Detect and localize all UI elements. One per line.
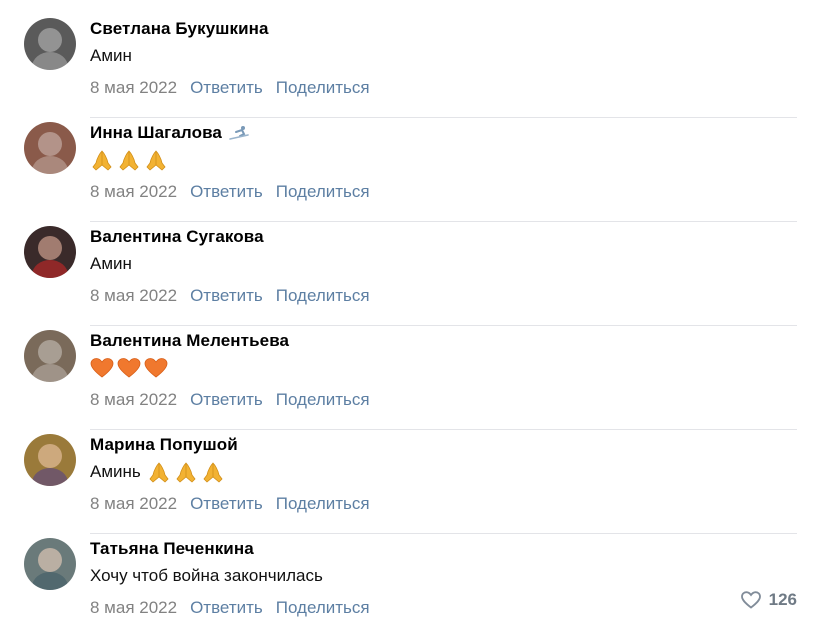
orange-heart-icon [90, 358, 114, 378]
reply-button[interactable]: Ответить [190, 494, 263, 514]
comments-feed: Светлана Букушкина Амин 8 мая 2022 Ответ… [0, 0, 815, 633]
reply-button[interactable]: Ответить [190, 390, 263, 410]
orange-heart-icon [117, 358, 141, 378]
comment-text-content: Амин [90, 46, 132, 65]
comment-author[interactable]: Инна Шагалова [90, 123, 222, 143]
reply-button[interactable]: Ответить [190, 286, 263, 306]
comment-author[interactable]: Валентина Сугакова [90, 227, 264, 247]
comment-text-content: Амин [90, 254, 132, 273]
orange-heart-icon [144, 358, 168, 378]
comment-item: Инна Шагалова 8 мая 2022 Ответить Подели… [0, 118, 815, 222]
share-button[interactable]: Поделиться [276, 78, 370, 98]
comment-date[interactable]: 8 мая 2022 [90, 390, 177, 410]
comment-date[interactable]: 8 мая 2022 [90, 598, 177, 618]
comment-text: Аминь [90, 458, 815, 486]
avatar[interactable] [24, 226, 76, 278]
comment-date[interactable]: 8 мая 2022 [90, 182, 177, 202]
comment-author[interactable]: Марина Попушой [90, 435, 238, 455]
emoji-row [90, 149, 168, 171]
avatar[interactable] [24, 122, 76, 174]
comment-item: Татьяна Печенкина Хочу чтоб война законч… [0, 534, 815, 633]
comment-text: Амин [90, 42, 815, 70]
comment-author[interactable]: Светлана Букушкина [90, 19, 269, 39]
comment-text: Хочу чтоб война закончилась [90, 562, 815, 590]
like-count: 126 [768, 590, 797, 609]
comment-text-content: Аминь [90, 462, 141, 481]
comment-text-content: Хочу чтоб война закончилась [90, 566, 323, 585]
comment-item: Марина Попушой Аминь 8 мая 2022 Ответить… [0, 430, 815, 534]
comment-date[interactable]: 8 мая 2022 [90, 286, 177, 306]
folded-hands-icon [176, 462, 196, 483]
comment-date[interactable]: 8 мая 2022 [90, 78, 177, 98]
like-button[interactable]: 126 [740, 590, 797, 610]
comment-item: Валентина Мелентьева 8 мая 2022 Ответить… [0, 326, 815, 430]
reply-button[interactable]: Ответить [190, 182, 263, 202]
avatar[interactable] [24, 18, 76, 70]
share-button[interactable]: Поделиться [276, 286, 370, 306]
avatar[interactable] [24, 434, 76, 486]
emoji-row [90, 357, 168, 379]
share-button[interactable]: Поделиться [276, 494, 370, 514]
folded-hands-icon [149, 462, 169, 483]
comment-text: Амин [90, 250, 815, 278]
share-button[interactable]: Поделиться [276, 182, 370, 202]
avatar[interactable] [24, 330, 76, 382]
comment-text [90, 354, 815, 382]
comment-author[interactable]: Валентина Мелентьева [90, 331, 289, 351]
comment-text [90, 146, 815, 174]
folded-hands-icon [119, 150, 139, 171]
comment-date[interactable]: 8 мая 2022 [90, 494, 177, 514]
reply-button[interactable]: Ответить [190, 598, 263, 618]
comment-author[interactable]: Татьяна Печенкина [90, 539, 254, 559]
share-button[interactable]: Поделиться [276, 390, 370, 410]
avatar[interactable] [24, 538, 76, 590]
folded-hands-icon [203, 462, 223, 483]
emoji-row [147, 461, 225, 483]
heart-icon [740, 591, 761, 609]
comment-item: Валентина Сугакова Амин 8 мая 2022 Ответ… [0, 222, 815, 326]
folded-hands-icon [146, 150, 166, 171]
share-button[interactable]: Поделиться [276, 598, 370, 618]
folded-hands-icon [92, 150, 112, 171]
reply-button[interactable]: Ответить [190, 78, 263, 98]
comment-item: Светлана Букушкина Амин 8 мая 2022 Ответ… [0, 14, 815, 118]
skier-icon [229, 126, 249, 140]
